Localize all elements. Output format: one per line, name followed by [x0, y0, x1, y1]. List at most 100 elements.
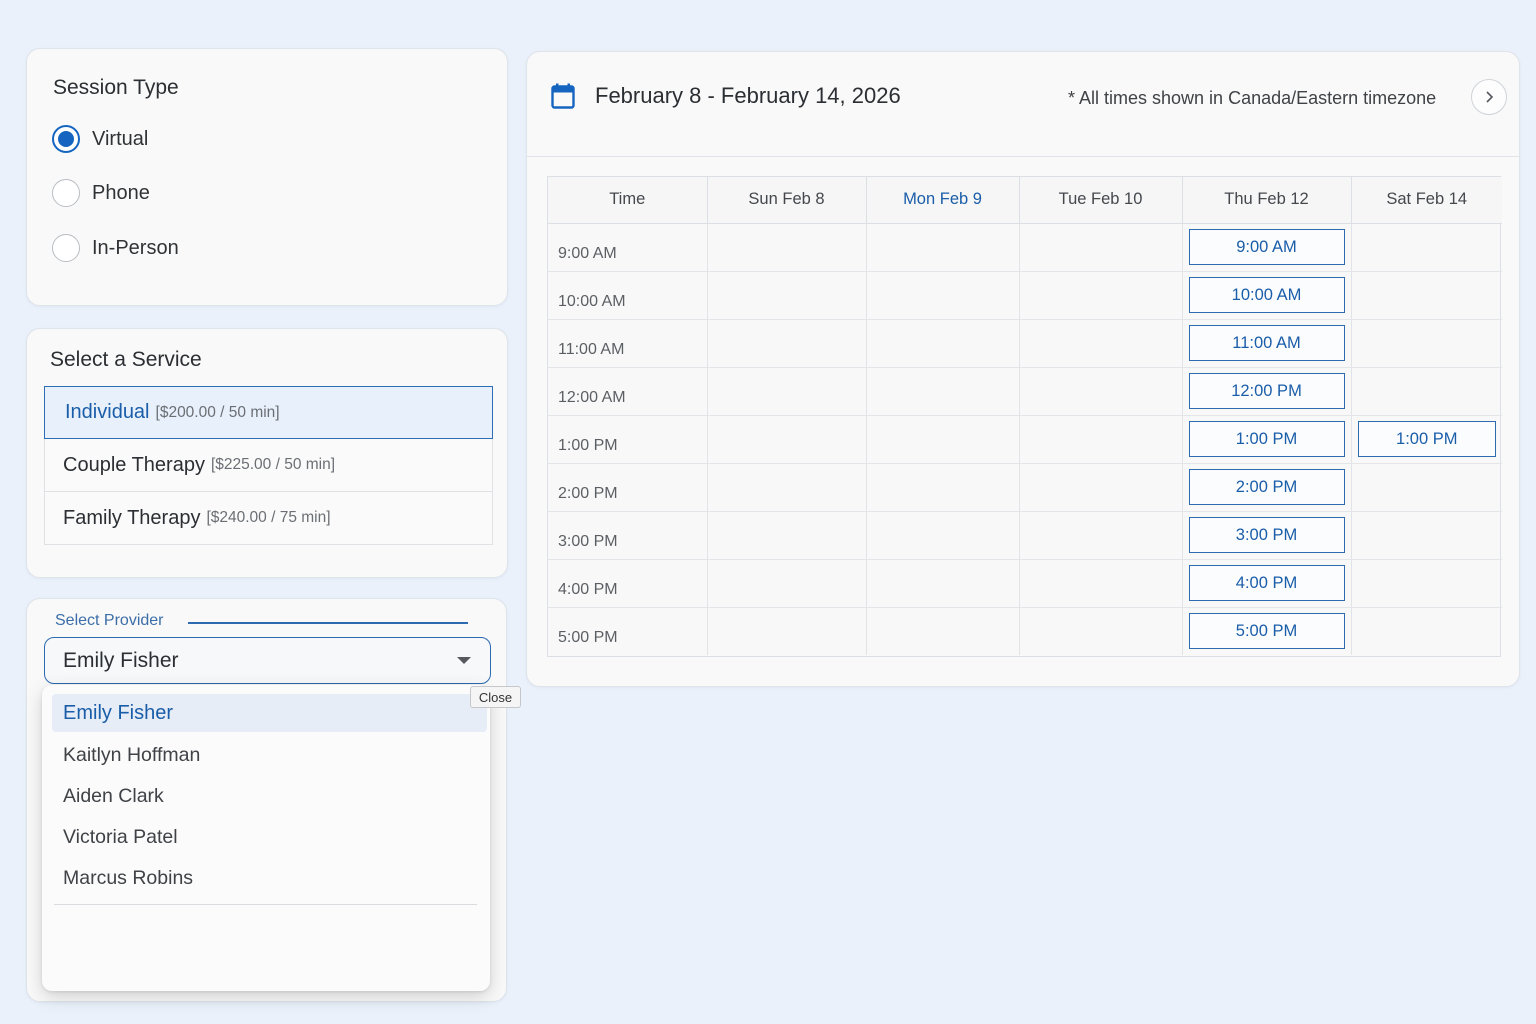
day-cell — [1019, 415, 1183, 464]
radio-in-person[interactable] — [52, 234, 80, 262]
dropdown-option-marcus-robins[interactable]: Marcus Robins — [52, 859, 487, 897]
day-cell — [707, 607, 867, 655]
date-range-title: February 8 - February 14, 2026 — [595, 83, 901, 108]
day-cell — [707, 559, 867, 608]
time-slot-button[interactable]: 9:00 AM — [1188, 229, 1345, 265]
day-cell — [866, 463, 1020, 512]
day-cell — [866, 559, 1020, 608]
service-item-individual[interactable]: Individual [$200.00 / 50 min] — [44, 386, 493, 439]
time-label: 1:00 PM — [548, 415, 708, 464]
table-row: 3:00 PM 3:00 PM — [548, 511, 1502, 560]
day-cell — [707, 415, 867, 464]
day-cell — [1019, 511, 1183, 560]
day-cell: 10:00 AM — [1182, 271, 1352, 320]
day-cell: 5:00 PM — [1182, 607, 1352, 655]
dropdown-divider — [54, 904, 477, 905]
dropdown-option-aiden-clark[interactable]: Aiden Clark — [52, 777, 487, 815]
service-title: Select a Service — [50, 348, 202, 371]
next-week-button[interactable] — [1471, 79, 1507, 115]
table-row: 10:00 AM 10:00 AM — [548, 271, 1502, 320]
calendar-card: February 8 - February 14, 2026 * All tim… — [526, 51, 1520, 687]
day-cell — [1351, 463, 1502, 512]
column-header: Sun Feb 8 — [707, 177, 867, 224]
time-slot-button[interactable]: 4:00 PM — [1188, 565, 1345, 601]
table-header-row: Time Sun Feb 8 Mon Feb 9 Tue Feb 10 Thu Feb … — [548, 177, 1502, 224]
column-header: Tue Feb 10 — [1019, 177, 1183, 224]
day-cell — [707, 271, 867, 320]
service-card: Select a Service Individual [$200.00 / 5… — [26, 328, 508, 578]
radio-label-virtual: Virtual — [92, 127, 149, 150]
day-cell: 4:00 PM — [1182, 559, 1352, 608]
day-cell — [707, 319, 867, 368]
column-header: Mon Feb 9 — [866, 177, 1020, 224]
time-slot-button[interactable]: 12:00 PM — [1188, 373, 1345, 409]
day-cell — [866, 367, 1020, 416]
day-cell — [1019, 463, 1183, 512]
provider-select-value: Emily Fisher — [63, 648, 179, 672]
time-slot-button[interactable]: 10:00 AM — [1188, 277, 1345, 313]
day-cell — [1351, 559, 1502, 608]
radio-virtual[interactable] — [52, 125, 80, 153]
table-row: 11:00 AM 11:00 AM — [548, 319, 1502, 368]
provider-dropdown-menu: Emily Fisher Kaitlyn Hoffman Aiden Clark… — [42, 685, 490, 991]
session-type-card: Session Type Virtual Phone In-Person — [26, 48, 508, 306]
day-cell — [1351, 607, 1502, 655]
time-slot-button[interactable]: 1:00 PM — [1357, 421, 1496, 457]
day-cell: 11:00 AM — [1182, 319, 1352, 368]
service-item-couple-therapy[interactable]: Couple Therapy [$225.00 / 50 min] — [44, 439, 493, 492]
availability-table: Time Sun Feb 8 Mon Feb 9 Tue Feb 10 Thu Feb … — [548, 177, 1502, 655]
day-cell — [1019, 607, 1183, 655]
radio-phone[interactable] — [52, 179, 80, 207]
dropdown-option-kaitlyn-hoffman[interactable]: Kaitlyn Hoffman — [52, 736, 487, 774]
day-cell — [1019, 559, 1183, 608]
time-slot-button[interactable]: 3:00 PM — [1188, 517, 1345, 553]
day-cell — [1019, 223, 1183, 272]
service-price: [$240.00 / 75 min] — [206, 509, 331, 526]
timezone-note: * All times shown in Canada/Eastern time… — [1068, 88, 1437, 108]
time-label: 10:00 AM — [548, 271, 708, 320]
time-slot-button[interactable]: 11:00 AM — [1188, 325, 1345, 361]
day-cell — [1351, 367, 1502, 416]
service-name: Family Therapy — [63, 506, 201, 529]
radio-label-in-person: In-Person — [92, 236, 179, 259]
day-cell: 12:00 PM — [1182, 367, 1352, 416]
radio-option-virtual[interactable]: Virtual — [52, 125, 148, 153]
time-slot-button[interactable]: 2:00 PM — [1188, 469, 1345, 505]
service-price: [$225.00 / 50 min] — [210, 456, 336, 473]
day-cell — [866, 223, 1020, 272]
dropdown-option-emily-fisher[interactable]: Emily Fisher — [52, 694, 487, 732]
day-cell: 1:00 PM — [1182, 415, 1352, 464]
column-header: Sat Feb 14 — [1351, 177, 1502, 224]
dropdown-option-victoria-patel[interactable]: Victoria Patel — [52, 818, 487, 856]
day-cell — [1019, 367, 1183, 416]
time-label: 5:00 PM — [548, 607, 708, 655]
service-list: Individual [$200.00 / 50 min] Couple The… — [44, 386, 493, 545]
radio-option-phone[interactable]: Phone — [52, 179, 150, 207]
table-row: 2:00 PM 2:00 PM — [548, 463, 1502, 512]
provider-select[interactable]: Emily Fisher — [44, 637, 491, 684]
time-slot-button[interactable]: 1:00 PM — [1188, 421, 1345, 457]
service-price: [$200.00 / 50 min] — [155, 403, 280, 421]
table-row: 12:00 AM 12:00 PM — [548, 367, 1502, 416]
chevron-down-icon[interactable] — [457, 657, 471, 664]
time-slot-button[interactable]: 5:00 PM — [1188, 613, 1345, 650]
table-row: 4:00 PM 4:00 PM — [548, 559, 1502, 608]
close-tooltip: Close — [470, 686, 521, 708]
service-name: Individual — [65, 401, 150, 423]
time-label: 11:00 AM — [548, 319, 708, 368]
day-cell — [1019, 271, 1183, 320]
day-cell: 3:00 PM — [1182, 511, 1352, 560]
day-cell — [707, 223, 867, 272]
day-cell — [1351, 271, 1502, 320]
service-item-family-therapy[interactable]: Family Therapy [$240.00 / 75 min] — [44, 492, 493, 545]
availability-grid: Time Sun Feb 8 Mon Feb 9 Tue Feb 10 Thu Feb … — [547, 176, 1502, 657]
day-cell: 1:00 PM — [1351, 415, 1502, 464]
column-header: Time — [548, 177, 708, 224]
table-row: 5:00 PM 5:00 PM — [548, 607, 1502, 655]
day-cell — [1351, 511, 1502, 560]
column-header: Thu Feb 12 — [1182, 177, 1352, 224]
table-row: 1:00 PM 1:00 PM 1:00 PM — [548, 415, 1502, 464]
day-cell: 2:00 PM — [1182, 463, 1352, 512]
chevron-right-icon — [1486, 91, 1494, 103]
radio-option-in-person[interactable]: In-Person — [52, 234, 179, 262]
